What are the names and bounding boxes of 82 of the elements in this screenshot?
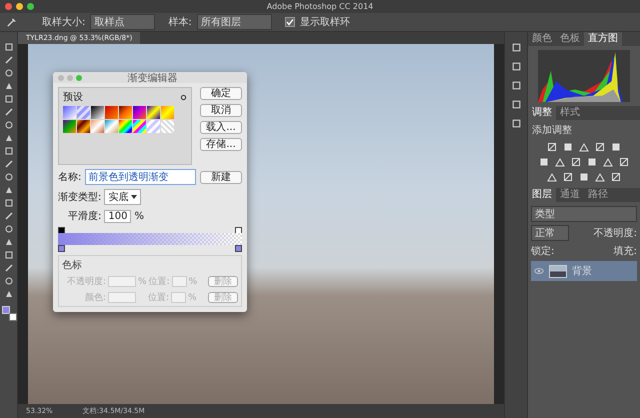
- adjustment-icon[interactable]: [611, 172, 621, 182]
- layer-thumbnail: [549, 264, 567, 278]
- panel-tab[interactable]: 直方图: [584, 32, 622, 46]
- eyedropper-icon[interactable]: [6, 16, 17, 28]
- gradient-swatch[interactable]: [77, 106, 90, 119]
- position-label: 位置:: [148, 292, 170, 304]
- name-label: 名称:: [58, 171, 82, 184]
- lock-label: 锁定:: [531, 244, 554, 258]
- gradient-swatch[interactable]: [63, 120, 76, 133]
- gradient-swatch[interactable]: [63, 106, 76, 119]
- option-label: 取样大小:: [42, 16, 86, 29]
- position-label: 位置:: [148, 276, 170, 288]
- panel-tab[interactable]: 通道: [556, 188, 584, 202]
- gradient-swatch[interactable]: [105, 120, 118, 133]
- percent-label: %: [138, 276, 147, 286]
- opacity-label: 不透明度:: [594, 226, 637, 240]
- eye-icon[interactable]: [534, 267, 544, 275]
- adjustment-icon[interactable]: [563, 172, 573, 182]
- minimize-icon[interactable]: [16, 3, 23, 10]
- panel-tab[interactable]: 路径: [584, 188, 612, 202]
- panel-tab[interactable]: 颜色: [528, 32, 556, 46]
- panel-icon[interactable]: [510, 61, 522, 72]
- close-icon[interactable]: [5, 3, 12, 10]
- window-title: Adobe Photoshop CC 2014: [266, 2, 374, 11]
- panel-icon[interactable]: [510, 42, 522, 53]
- adjustment-icon[interactable]: [547, 142, 557, 152]
- smoothness-label: 平滑度:: [68, 210, 102, 223]
- dialog-button[interactable]: 存储...: [200, 138, 242, 151]
- stop-label: 不透明度:: [66, 276, 106, 288]
- panel-icon[interactable]: [510, 118, 522, 129]
- background-color-swatch[interactable]: [8, 313, 16, 321]
- dialog-button[interactable]: 取消: [200, 104, 242, 117]
- caret-icon: [131, 195, 138, 199]
- option-label: 样本:: [168, 16, 192, 29]
- checkbox[interactable]: [284, 17, 295, 27]
- panel-tab[interactable]: 调整: [528, 106, 556, 120]
- option-dropdown[interactable]: 所有图层: [196, 14, 272, 30]
- checkbox-label: 显示取样环: [300, 16, 350, 29]
- gradient-swatch[interactable]: [147, 120, 160, 133]
- gradient-swatch[interactable]: [133, 120, 146, 133]
- color-stop-icon[interactable]: [235, 245, 242, 252]
- gradient-swatch[interactable]: [91, 106, 104, 119]
- name-field[interactable]: 前景色到透明渐变: [85, 169, 196, 185]
- gradient-swatch[interactable]: [77, 120, 90, 133]
- adjustments-title: 添加调整: [531, 124, 572, 137]
- option-dropdown[interactable]: 取样点: [90, 14, 156, 30]
- foreground-color-swatch[interactable]: [2, 306, 10, 314]
- gradient-swatch[interactable]: [147, 106, 160, 119]
- color-stop-icon[interactable]: [58, 245, 65, 252]
- dialog-button[interactable]: 载入...: [200, 121, 242, 134]
- gradient-swatch[interactable]: [119, 120, 132, 133]
- panel-tab[interactable]: 图层: [528, 188, 556, 202]
- adjustment-icon[interactable]: [571, 157, 581, 167]
- new-button[interactable]: 新建: [200, 170, 242, 184]
- layer-name: 背景: [572, 264, 592, 278]
- maximize-icon[interactable]: [27, 3, 34, 10]
- smoothness-field[interactable]: 100: [104, 210, 132, 222]
- dialog-button[interactable]: 确定: [200, 87, 242, 100]
- adjustment-icon[interactable]: [619, 157, 629, 167]
- gradient-swatch[interactable]: [133, 106, 146, 119]
- gradient-type-dropdown[interactable]: 实底: [104, 189, 142, 205]
- blend-mode-dropdown[interactable]: 正常: [531, 225, 569, 241]
- percent-label: %: [188, 276, 198, 286]
- panel-icon[interactable]: [510, 99, 522, 110]
- gradient-swatch[interactable]: [91, 120, 104, 133]
- percent-label: %: [188, 292, 197, 302]
- gradient-swatch[interactable]: [161, 120, 174, 133]
- color-stops-title: 色标: [62, 258, 83, 272]
- percent-label: %: [134, 210, 144, 222]
- stop-label: 颜色:: [84, 292, 106, 304]
- gradient-swatch[interactable]: [119, 106, 132, 119]
- panel-icon[interactable]: [510, 80, 522, 91]
- gradient-swatch[interactable]: [161, 106, 174, 119]
- fill-label: 填充:: [614, 244, 637, 258]
- gradient-swatch[interactable]: [105, 106, 118, 119]
- panel-tab[interactable]: 样式: [556, 106, 584, 120]
- gradient-type-label: 渐变类型:: [58, 190, 102, 204]
- panel-tab[interactable]: 色板: [556, 32, 584, 46]
- layer-filter-dropdown[interactable]: 类型: [531, 206, 637, 222]
- dialog-title: 渐变编辑器: [126, 72, 178, 84]
- presets-label: 预设: [63, 91, 83, 104]
- adjustment-icon[interactable]: [595, 142, 605, 152]
